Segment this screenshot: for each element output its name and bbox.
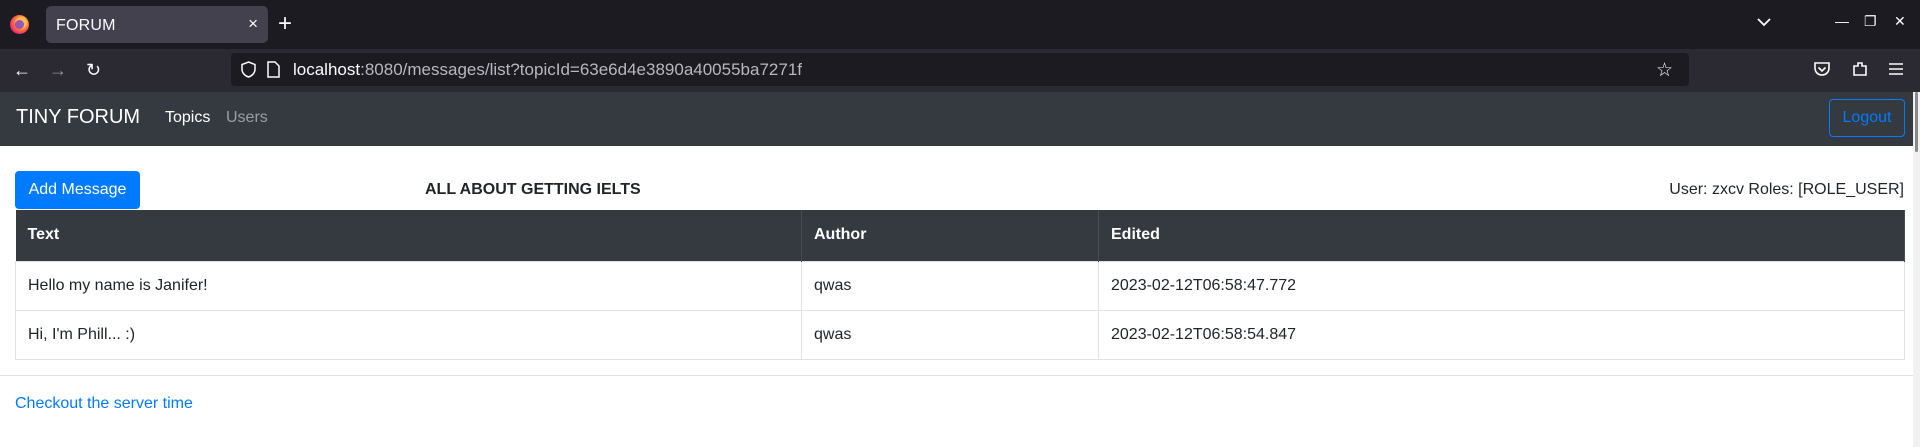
forward-icon[interactable]: → bbox=[49, 59, 67, 81]
reload-icon[interactable]: ↻ bbox=[86, 59, 101, 81]
user-info: User: zxcv Roles: [ROLE_USER] bbox=[1669, 181, 1904, 198]
url-bar[interactable]: localhost:8080/messages/list?topicId=63e… bbox=[231, 53, 1689, 86]
tracking-shield-icon[interactable] bbox=[241, 61, 256, 78]
scrollbar-thumb[interactable] bbox=[1915, 92, 1918, 152]
url-text[interactable]: localhost:8080/messages/list?topicId=63e… bbox=[293, 60, 802, 80]
browser-tab-strip: FORUM × + — ❐ ✕ bbox=[0, 0, 1920, 49]
message-author: qwas bbox=[801, 260, 1099, 311]
message-edited: 2023-02-12T06:58:47.772 bbox=[1098, 260, 1905, 311]
message-text: Hi, I'm Phill... :) bbox=[15, 309, 802, 360]
list-all-tabs-icon[interactable] bbox=[1756, 14, 1772, 30]
window-close-icon[interactable]: ✕ bbox=[1894, 13, 1906, 30]
pocket-icon[interactable] bbox=[1813, 60, 1831, 78]
firefox-logo-icon bbox=[10, 15, 29, 34]
server-time-link[interactable]: Checkout the server time bbox=[15, 395, 193, 413]
message-edited: 2023-02-12T06:58:54.847 bbox=[1098, 309, 1905, 360]
topic-title: ALL ABOUT GETTING IELTS bbox=[425, 181, 641, 198]
page-info-icon[interactable] bbox=[267, 61, 280, 78]
tab-title: FORUM bbox=[56, 17, 116, 34]
url-host: localhost bbox=[293, 60, 361, 79]
table-row: Hello my name is Janifer! qwas 2023-02-1… bbox=[15, 260, 1905, 311]
window-minimize-icon[interactable]: — bbox=[1835, 13, 1849, 29]
add-message-button[interactable]: Add Message bbox=[15, 171, 140, 209]
logout-button[interactable]: Logout bbox=[1829, 99, 1905, 137]
table-header-row: Text Author Edited bbox=[15, 210, 1905, 261]
divider bbox=[0, 375, 1913, 376]
message-text: Hello my name is Janifer! bbox=[15, 260, 802, 311]
menu-icon[interactable] bbox=[1887, 60, 1905, 78]
nav-link-topics[interactable]: Topics bbox=[165, 109, 210, 127]
nav-link-users[interactable]: Users bbox=[226, 109, 268, 127]
extensions-icon[interactable] bbox=[1851, 60, 1869, 78]
browser-tab-forum[interactable]: FORUM × bbox=[46, 6, 268, 43]
messages-table: Text Author Edited Hello my name is Jani… bbox=[15, 210, 1905, 360]
url-path: :8080/messages/list?topicId=63e6d4e3890a… bbox=[360, 60, 803, 79]
back-icon[interactable]: ← bbox=[13, 59, 31, 81]
window-restore-icon[interactable]: ❐ bbox=[1864, 13, 1877, 30]
message-author: qwas bbox=[801, 309, 1099, 360]
tab-close-icon[interactable]: × bbox=[248, 14, 258, 34]
table-row: Hi, I'm Phill... :) qwas 2023-02-12T06:5… bbox=[15, 309, 1905, 360]
column-header-edited: Edited bbox=[1098, 210, 1905, 261]
brand-logo[interactable]: TINY FORUM bbox=[16, 106, 140, 129]
new-tab-icon[interactable]: + bbox=[278, 11, 292, 37]
column-header-text: Text bbox=[15, 210, 802, 261]
bookmark-star-icon[interactable]: ☆ bbox=[1656, 59, 1673, 82]
site-navbar: TINY FORUM Topics Users Logout bbox=[0, 92, 1913, 146]
column-header-author: Author bbox=[801, 210, 1099, 261]
